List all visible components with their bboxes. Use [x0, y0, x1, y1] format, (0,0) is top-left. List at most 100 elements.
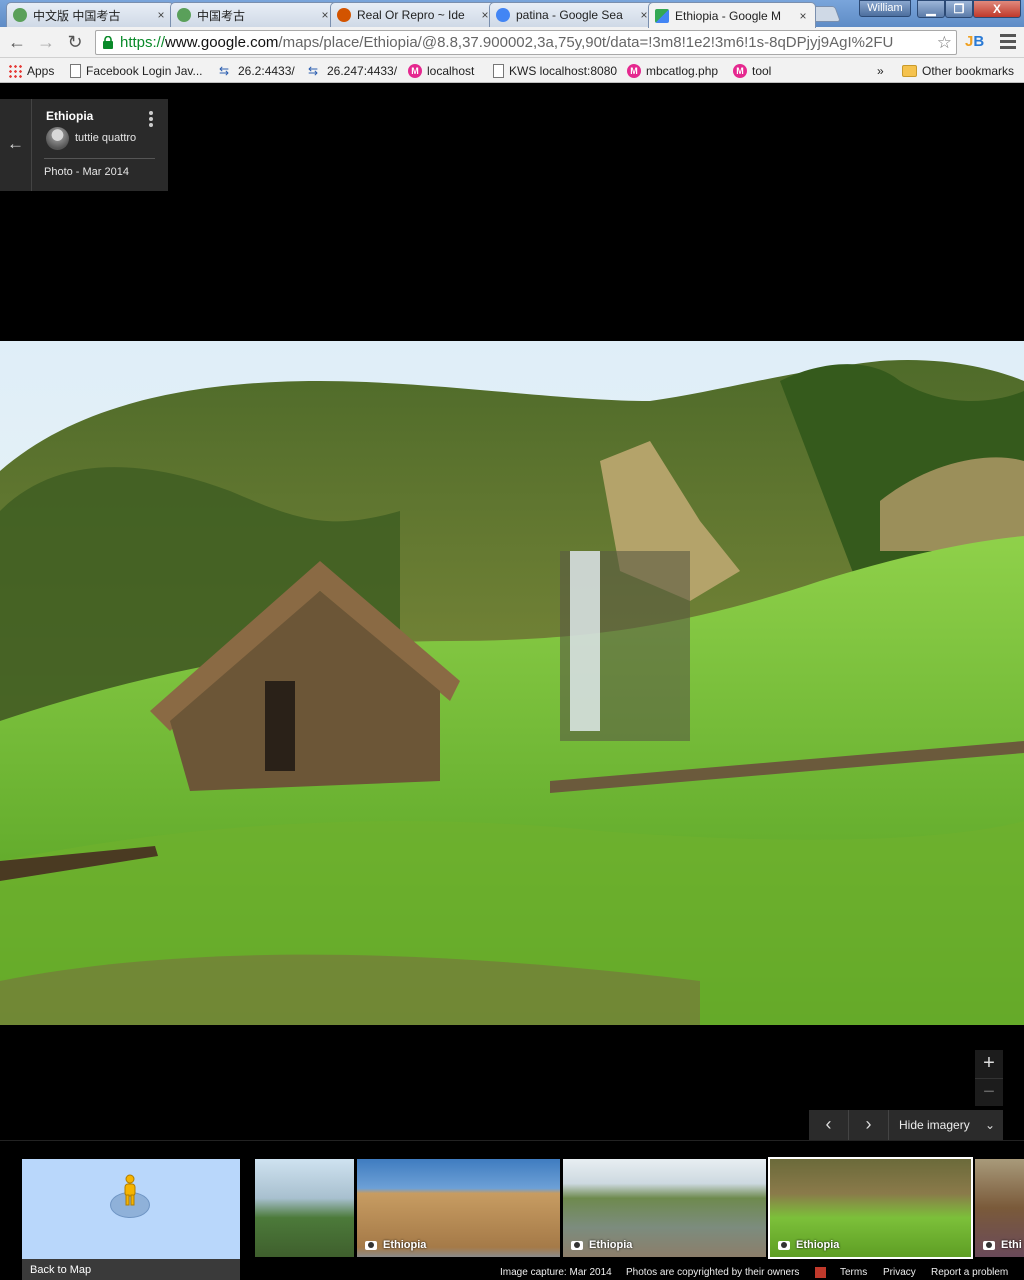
browser-toolbar: ← → ↻ https://www.google.com/maps/place/…: [0, 27, 1024, 58]
tab-label: Real Or Repro ~ Ide: [357, 8, 465, 22]
next-photo-button[interactable]: ›: [849, 1110, 889, 1140]
thumb-label: Ethiopia: [365, 1239, 426, 1251]
jetbrains-extension-icon[interactable]: JB: [965, 33, 984, 50]
apps-grid-icon: [8, 63, 22, 78]
back-arrow-icon[interactable]: ←: [6, 31, 28, 53]
folder-icon: [902, 64, 917, 77]
m-badge-icon: M: [627, 63, 641, 78]
previous-photo-button[interactable]: ‹: [809, 1110, 849, 1140]
bookmark-label: 26.2:4433/: [238, 63, 295, 78]
chevron-down-icon: ⌄: [984, 1118, 995, 1132]
tab-label: 中国考古: [197, 8, 246, 23]
privacy-link[interactable]: Privacy: [883, 1267, 916, 1278]
bookmark-kws-localhost[interactable]: KWS localhost:8080: [493, 62, 617, 79]
copyright-notice: Photos are copyrighted by their owners: [626, 1267, 800, 1278]
bookmarks-bar: Apps Facebook Login Jav... ⇆ 26.2:4433/ …: [0, 58, 1024, 83]
terms-link[interactable]: Terms: [840, 1267, 867, 1278]
hide-imagery-button[interactable]: Hide imagery: [889, 1118, 985, 1132]
bookmark-label: mbcatlog.php: [646, 63, 719, 78]
url-host: www.google.com: [165, 34, 279, 51]
zoom-in-button[interactable]: +: [975, 1050, 1003, 1078]
image-capture-date: Image capture: Mar 2014: [500, 1267, 612, 1278]
filmstrip-thumb-hut-selected[interactable]: Ethiopia: [768, 1157, 973, 1259]
camera-icon: [778, 1240, 790, 1250]
tab-zhongguo-kaogu[interactable]: 中国考古 ×: [170, 2, 338, 27]
bookmark-label: KWS localhost:8080: [509, 63, 618, 78]
avatar[interactable]: [46, 127, 69, 150]
bookmark-apps[interactable]: Apps: [8, 62, 54, 79]
close-icon[interactable]: ×: [155, 8, 167, 22]
page-icon: [493, 63, 504, 78]
bookmark-label: 26.247:4433/: [327, 63, 398, 78]
bookmark-label: Apps: [27, 63, 55, 78]
browser-menu-icon[interactable]: [998, 31, 1018, 51]
m-badge-icon: M: [408, 63, 422, 78]
more-options-icon[interactable]: [146, 110, 156, 128]
camera-icon: [571, 1240, 583, 1250]
tab-ethiopia-maps[interactable]: Ethiopia - Google M ×: [648, 2, 816, 28]
close-window-button[interactable]: X: [973, 0, 1021, 18]
page-icon: [70, 63, 81, 78]
bookmark-label: Facebook Login Jav...: [86, 63, 203, 78]
report-problem-link[interactable]: Report a problem: [931, 1267, 1008, 1278]
imagery-nav: ‹ › Hide imagery ⌄: [809, 1110, 1003, 1140]
landscape-photo-image: [0, 341, 1024, 1025]
url-scheme: https://: [120, 34, 166, 51]
site-favicon-icon: [177, 8, 191, 22]
profile-button[interactable]: William: [859, 0, 911, 17]
bookmark-star-icon[interactable]: ☆: [933, 31, 952, 54]
maps-icon: [655, 8, 669, 23]
bookmark-label: Other bookmarks: [922, 63, 1015, 78]
tab-label: Ethiopia - Google M: [675, 8, 782, 23]
bookmarks-overflow-chevron-icon[interactable]: »: [877, 62, 884, 79]
zoom-out-button[interactable]: −: [975, 1078, 1003, 1106]
tab-label: 中文版 中国考古: [33, 8, 121, 23]
site-favicon-icon: [337, 8, 351, 22]
bookmark-26-247[interactable]: ⇆ 26.247:4433/: [308, 62, 397, 79]
photo-info-card: ← Ethiopia tuttie quattro Photo - Mar 20…: [0, 99, 168, 191]
filmstrip-thumb-river[interactable]: Ethiopia: [563, 1159, 766, 1257]
site-favicon-icon: [13, 8, 27, 22]
ext-letter-b: B: [973, 33, 985, 50]
author-name[interactable]: tuttie quattro: [75, 132, 136, 144]
back-arrow-icon[interactable]: ←: [0, 99, 32, 191]
bookmark-localhost[interactable]: M localhost: [408, 62, 474, 79]
filmstrip-thumb-tree[interactable]: [255, 1159, 354, 1257]
tab-real-or-repro[interactable]: Real Or Repro ~ Ide ×: [330, 2, 498, 27]
bookmark-label: tool: [752, 63, 772, 78]
m-badge-icon: M: [733, 63, 747, 78]
zoom-controls: + −: [975, 1050, 1003, 1106]
tab-patina-search[interactable]: patina - Google Sea ×: [489, 2, 657, 27]
address-bar[interactable]: https://www.google.com/maps/place/Ethiop…: [95, 30, 957, 55]
minimize-button[interactable]: ▁: [917, 0, 945, 18]
bookmark-26-2[interactable]: ⇆ 26.2:4433/: [219, 62, 295, 79]
bookmark-label: localhost: [427, 63, 475, 78]
photo-date: Photo - Mar 2014: [44, 166, 129, 178]
tab-strip: 中文版 中国考古 × 中国考古 × Real Or Repro ~ Ide × …: [0, 0, 1024, 28]
thumb-label: Ethi: [983, 1239, 1022, 1251]
divider: [44, 158, 155, 159]
lock-icon: [103, 36, 113, 49]
google-icon: [496, 8, 510, 22]
main-photo[interactable]: [0, 341, 1024, 1025]
network-icon: ⇆: [308, 63, 319, 78]
bookmark-facebook-login[interactable]: Facebook Login Jav...: [70, 62, 203, 79]
pegman-icon: [124, 1174, 136, 1206]
back-to-map-tile[interactable]: Back to Map: [22, 1159, 240, 1280]
footer: Image capture: Mar 2014 Photos are copyr…: [0, 1265, 1024, 1280]
filmstrip-thumb-church[interactable]: Ethiopia: [357, 1159, 560, 1257]
bookmark-other-bookmarks[interactable]: Other bookmarks: [902, 62, 1014, 79]
camera-icon: [983, 1240, 995, 1250]
bookmark-tool[interactable]: M tool: [733, 62, 771, 79]
forward-arrow-icon[interactable]: →: [35, 31, 57, 53]
reload-icon[interactable]: ↻: [64, 31, 86, 53]
network-icon: ⇆: [219, 63, 230, 78]
bookmark-mbcatlog[interactable]: M mbcatlog.php: [627, 62, 718, 79]
filmstrip-thumb-people[interactable]: Ethi: [975, 1159, 1024, 1257]
close-icon[interactable]: ×: [797, 9, 809, 23]
tab-zhongwenban[interactable]: 中文版 中国考古 ×: [6, 2, 174, 27]
tab-label: patina - Google Sea: [516, 8, 623, 22]
thumb-label: Ethiopia: [571, 1239, 632, 1251]
place-title[interactable]: Ethiopia: [46, 109, 93, 123]
maximize-button[interactable]: ❐: [945, 0, 973, 18]
